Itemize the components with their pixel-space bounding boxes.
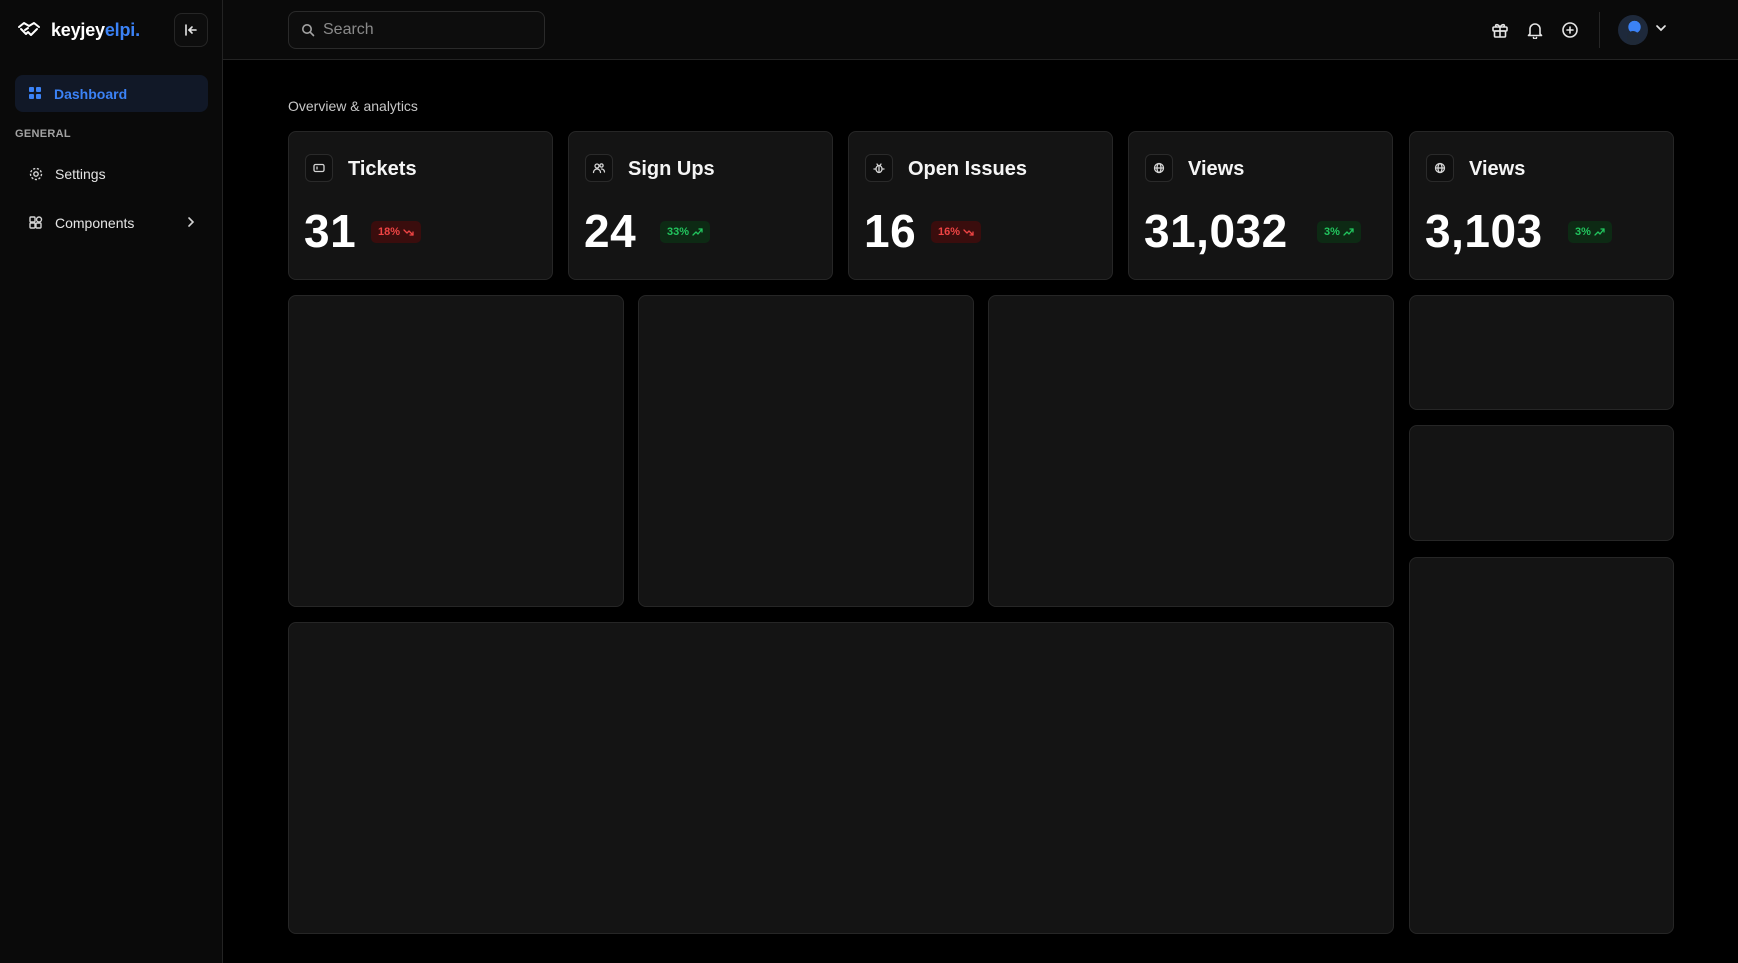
search-icon <box>302 24 315 37</box>
collapse-sidebar-button[interactable] <box>174 13 208 47</box>
trend-down-icon <box>403 229 414 236</box>
gift-icon[interactable] <box>1488 18 1512 42</box>
stat-title: Open Issues <box>908 158 1027 180</box>
trend-percent: 18% <box>378 226 401 238</box>
sidebar-item-components[interactable]: Components <box>15 204 208 241</box>
chevron-down-icon[interactable] <box>1654 21 1668 35</box>
content-panel-1 <box>288 295 624 607</box>
trend-up-icon <box>1594 228 1605 236</box>
trend-percent: 33% <box>667 226 690 238</box>
grid-icon <box>29 87 41 99</box>
stat-card-tickets[interactable]: Tickets 31 18% <box>288 131 553 280</box>
users-icon <box>585 154 613 182</box>
sidebar: keyjeyelpi. Dashboard GENERAL Settings C… <box>0 0 223 963</box>
trend-badge: 16% <box>931 221 982 243</box>
trend-badge: 3% <box>1568 221 1612 243</box>
stat-card-views-1[interactable]: Views 31,032 3% <box>1128 131 1393 280</box>
trend-badge: 33% <box>660 221 711 243</box>
trend-up-icon <box>692 228 703 236</box>
stat-card-signups[interactable]: Sign Ups 24 33% <box>568 131 833 280</box>
ticket-icon <box>305 154 333 182</box>
bug-icon <box>865 154 893 182</box>
stat-value: 16 <box>864 205 917 257</box>
sidebar-item-label: Settings <box>55 165 106 182</box>
brand[interactable]: keyjeyelpi. <box>16 16 140 44</box>
trend-up-icon <box>1343 228 1354 236</box>
search-box[interactable] <box>288 11 545 49</box>
brand-name-accent: elpi. <box>104 19 140 40</box>
header-divider <box>1599 12 1600 48</box>
trend-badge: 18% <box>371 221 422 243</box>
trend-percent: 3% <box>1575 226 1591 238</box>
avatar[interactable] <box>1618 15 1648 45</box>
trend-percent: 3% <box>1324 226 1340 238</box>
components-icon <box>29 215 43 229</box>
sidebar-item-label: Dashboard <box>54 85 128 102</box>
content-panel-wide <box>288 622 1394 934</box>
sidebar-item-settings[interactable]: Settings <box>15 155 208 192</box>
stat-value: 31,032 <box>1144 205 1288 257</box>
chevron-right-icon <box>188 217 195 227</box>
handshake-logo-icon <box>16 17 42 43</box>
stat-value: 3,103 <box>1425 205 1543 257</box>
sidebar-item-label: Components <box>55 214 135 231</box>
stat-title: Views <box>1188 158 1245 180</box>
trend-percent: 16% <box>938 226 961 238</box>
brand-name-main: keyjey <box>51 19 105 40</box>
content-panel-3 <box>988 295 1394 607</box>
side-panel-3 <box>1409 557 1674 934</box>
side-panel-1 <box>1409 295 1674 410</box>
collapse-left-icon <box>185 24 197 36</box>
app-root: keyjeyelpi. Dashboard GENERAL Settings C… <box>0 0 1738 963</box>
bell-icon[interactable] <box>1523 18 1547 42</box>
sidebar-item-dashboard[interactable]: Dashboard <box>15 75 208 112</box>
content-panel-2 <box>638 295 974 607</box>
brand-name: keyjeyelpi. <box>51 20 140 41</box>
gear-icon <box>29 167 43 180</box>
sidebar-section-general: GENERAL <box>15 128 71 140</box>
globe-icon <box>1426 154 1454 182</box>
stat-value: 31 <box>304 205 357 257</box>
stat-title: Views <box>1469 158 1526 180</box>
page-subtitle: Overview & analytics <box>288 98 418 114</box>
globe-icon <box>1145 154 1173 182</box>
stat-value: 24 <box>584 205 637 257</box>
plus-circle-icon[interactable] <box>1558 18 1582 42</box>
side-panel-2 <box>1409 425 1674 541</box>
stat-title: Sign Ups <box>628 158 715 180</box>
stat-card-open-issues[interactable]: Open Issues 16 16% <box>848 131 1113 280</box>
trend-down-icon <box>963 229 974 236</box>
stat-card-views-2[interactable]: Views 3,103 3% <box>1409 131 1674 280</box>
stat-title: Tickets <box>348 158 417 180</box>
search-input[interactable] <box>323 21 523 39</box>
trend-badge: 3% <box>1317 221 1361 243</box>
top-bar <box>223 0 1738 60</box>
